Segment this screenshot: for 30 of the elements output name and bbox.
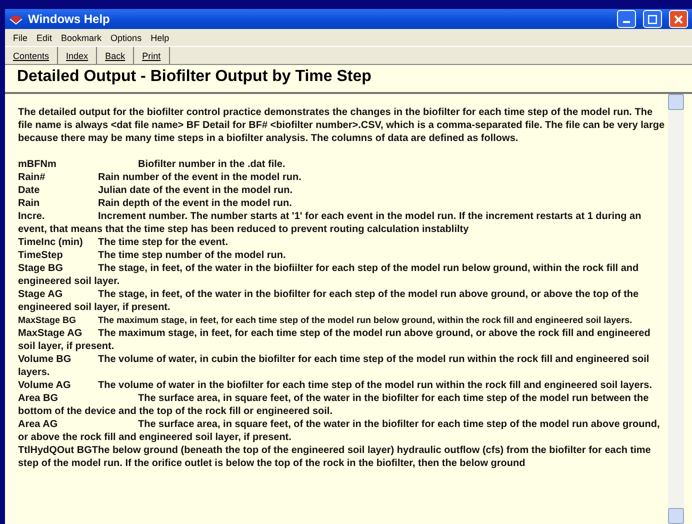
field-definition: TtlHydQOut BGThe below ground (beneath the top of the engineered soil layer) hydraulic outflow (cfs) from the biofilter for each time step of the model run. If the orifice outlet is below the top of the rock in the biofilter, then the below ground — [18, 444, 652, 470]
intro-paragraph: The detailed output for the biofilter control practice demonstrates the changes in the biofilter for each time step of the model run. The file name is always <dat file name> BF Detail for BF# <biofilter number>.CSV, which is a comma-separated file. The file can be very large because there may be many time steps in a biofilter analysis. The columns of data are defined as follows. — [18, 106, 666, 145]
field-definition: Volume AG The volume of water in the biofilter for each time step of the model run within the rock fill and engineered soil layers. — [18, 379, 653, 392]
maximize-button[interactable] — [643, 10, 662, 28]
field-definition: Stage AG The stage, in feet, of the water in the biofilter for each step of the model run above ground, or above the top of the engineered soil layer, if present. — [18, 288, 640, 314]
menu-item[interactable]: Edit — [36, 32, 52, 42]
field-definition: Incre. Increment number. The number starts at '1' for each event in the model run. If the increment restarts at 1 during an event, that means that the time step has been reduced to prevent routing calculation instablilty — [18, 210, 642, 236]
field-definition: Date Julian date of the event in the model run. — [18, 184, 294, 197]
field-definition: mBFNm Biofilter number in the .dat file. — [18, 158, 286, 171]
menu-item[interactable]: Bookmark — [61, 32, 102, 42]
field-definition: TimeStep The time step number of the model run. — [18, 249, 287, 262]
field-definition: Rain# Rain number of the event in the model run. — [18, 171, 302, 184]
field-definition: MaxStage BG The maximum stage, in feet, for each time step of the model run below ground, within the rock fill and engineered soil layers. — [18, 314, 634, 327]
field-definition: Stage BG The stage, in feet, of the water in the biofiilter for each step of the model run below ground, within the rock fill and engineered soil layer. — [18, 262, 640, 288]
help-book-icon — [9, 13, 23, 25]
menu-item[interactable]: Help — [150, 32, 170, 42]
close-button[interactable] — [669, 10, 688, 28]
minimize-button[interactable] — [617, 10, 636, 28]
field-definition: Area AG The surface area, in square feet, of the water in the biofilter for each time step of the model run above ground, or above the rock fill and engineered soil layer, if present. — [18, 418, 661, 444]
maximize-icon — [648, 14, 657, 24]
field-definition: MaxStage AG The maximum stage, in feet, for each time step of the model run above ground, or above the rock fill and engineered soil layer, if present. — [18, 327, 652, 353]
window-title: Windows Help — [28, 12, 110, 26]
close-icon — [674, 14, 683, 24]
menu-item[interactable]: File — [13, 32, 28, 42]
menu-item[interactable]: Options — [110, 32, 142, 42]
field-definition: TimeInc (min) The time step for the event. — [18, 236, 230, 249]
topic-title: Detailed Output - Biofilter Output by Time Step — [17, 68, 372, 86]
field-definition: Volume BG The volume of water, in cubin the biofilter for each time step of the model run within the rock fill and engineered soil layers. — [18, 353, 650, 379]
field-definition: Rain Rain depth of the event in the model run. — [18, 197, 293, 210]
field-definition: Area BG The surface area, in square feet, of the water in the biofilter for each time step of the model run between the bottom of the device and the top of the rock fill or engineered soil. — [18, 392, 650, 418]
